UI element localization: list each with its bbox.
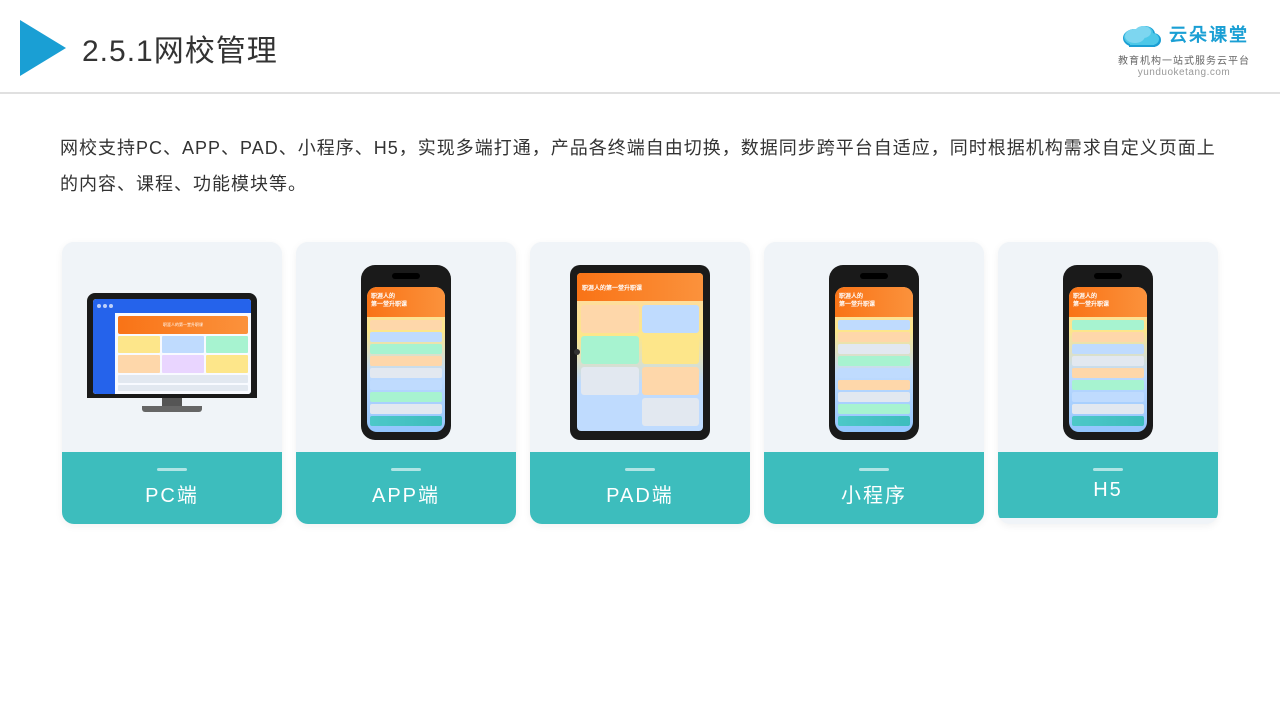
card-miniapp-label: 小程序 bbox=[764, 452, 984, 524]
logo-tagline: 教育机构一站式服务云平台 bbox=[1118, 52, 1250, 67]
cards-section: 职涯人的第一堂升职课 bbox=[0, 222, 1280, 554]
tablet-mockup: 职涯人的第一堂升职课 bbox=[570, 265, 710, 440]
card-pad-image: 职涯人的第一堂升职课 bbox=[530, 242, 750, 452]
card-pc: 职涯人的第一堂升职课 bbox=[62, 242, 282, 524]
app-phone-mockup: 职涯人的第一堂升职课 bbox=[361, 265, 451, 440]
card-pad-label: PAD端 bbox=[530, 452, 750, 524]
header: 2.5.1网校管理 云朵课堂 教育机构一站式服务云平台 yunduoketang… bbox=[0, 0, 1280, 94]
h5-phone-mockup: 职涯人的第一堂升职课 bbox=[1063, 265, 1153, 440]
logo-area: 云朵课堂 教育机构一站式服务云平台 yunduoketang.com bbox=[1118, 18, 1250, 78]
card-pc-label: PC端 bbox=[62, 452, 282, 524]
play-icon bbox=[20, 20, 66, 76]
phone-notch-3 bbox=[1094, 273, 1122, 279]
card-app-label: APP端 bbox=[296, 452, 516, 524]
label-line-miniapp bbox=[859, 468, 889, 471]
cloud-icon bbox=[1119, 18, 1163, 50]
label-line-pad bbox=[625, 468, 655, 471]
label-line-h5 bbox=[1093, 468, 1123, 471]
card-app-image: 职涯人的第一堂升职课 bbox=[296, 242, 516, 452]
card-h5-label: H5 bbox=[998, 452, 1218, 518]
phone-notch bbox=[392, 273, 420, 279]
card-app: 职涯人的第一堂升职课 bbox=[296, 242, 516, 524]
miniapp-phone-mockup: 职涯人的第一堂升职课 bbox=[829, 265, 919, 440]
logo-url: yunduoketang.com bbox=[1138, 67, 1231, 78]
card-miniapp-image: 职涯人的第一堂升职课 bbox=[764, 242, 984, 452]
pc-mockup: 职涯人的第一堂升职课 bbox=[82, 293, 262, 412]
description-text: 网校支持PC、APP、PAD、小程序、H5，实现多端打通，产品各终端自由切换，数… bbox=[0, 94, 1280, 222]
card-pad: 职涯人的第一堂升职课 bbox=[530, 242, 750, 524]
tablet-camera bbox=[574, 349, 580, 355]
header-left: 2.5.1网校管理 bbox=[20, 20, 278, 76]
card-h5-image: 职涯人的第一堂升职课 bbox=[998, 242, 1218, 452]
card-h5: 职涯人的第一堂升职课 bbox=[998, 242, 1218, 524]
label-line-pc bbox=[157, 468, 187, 471]
card-miniapp: 职涯人的第一堂升职课 bbox=[764, 242, 984, 524]
phone-notch-2 bbox=[860, 273, 888, 279]
logo-cloud: 云朵课堂 bbox=[1119, 18, 1249, 50]
logo-main-text: 云朵课堂 bbox=[1169, 21, 1249, 47]
card-pc-image: 职涯人的第一堂升职课 bbox=[62, 242, 282, 452]
label-line-app bbox=[391, 468, 421, 471]
page-title: 2.5.1网校管理 bbox=[82, 26, 278, 70]
